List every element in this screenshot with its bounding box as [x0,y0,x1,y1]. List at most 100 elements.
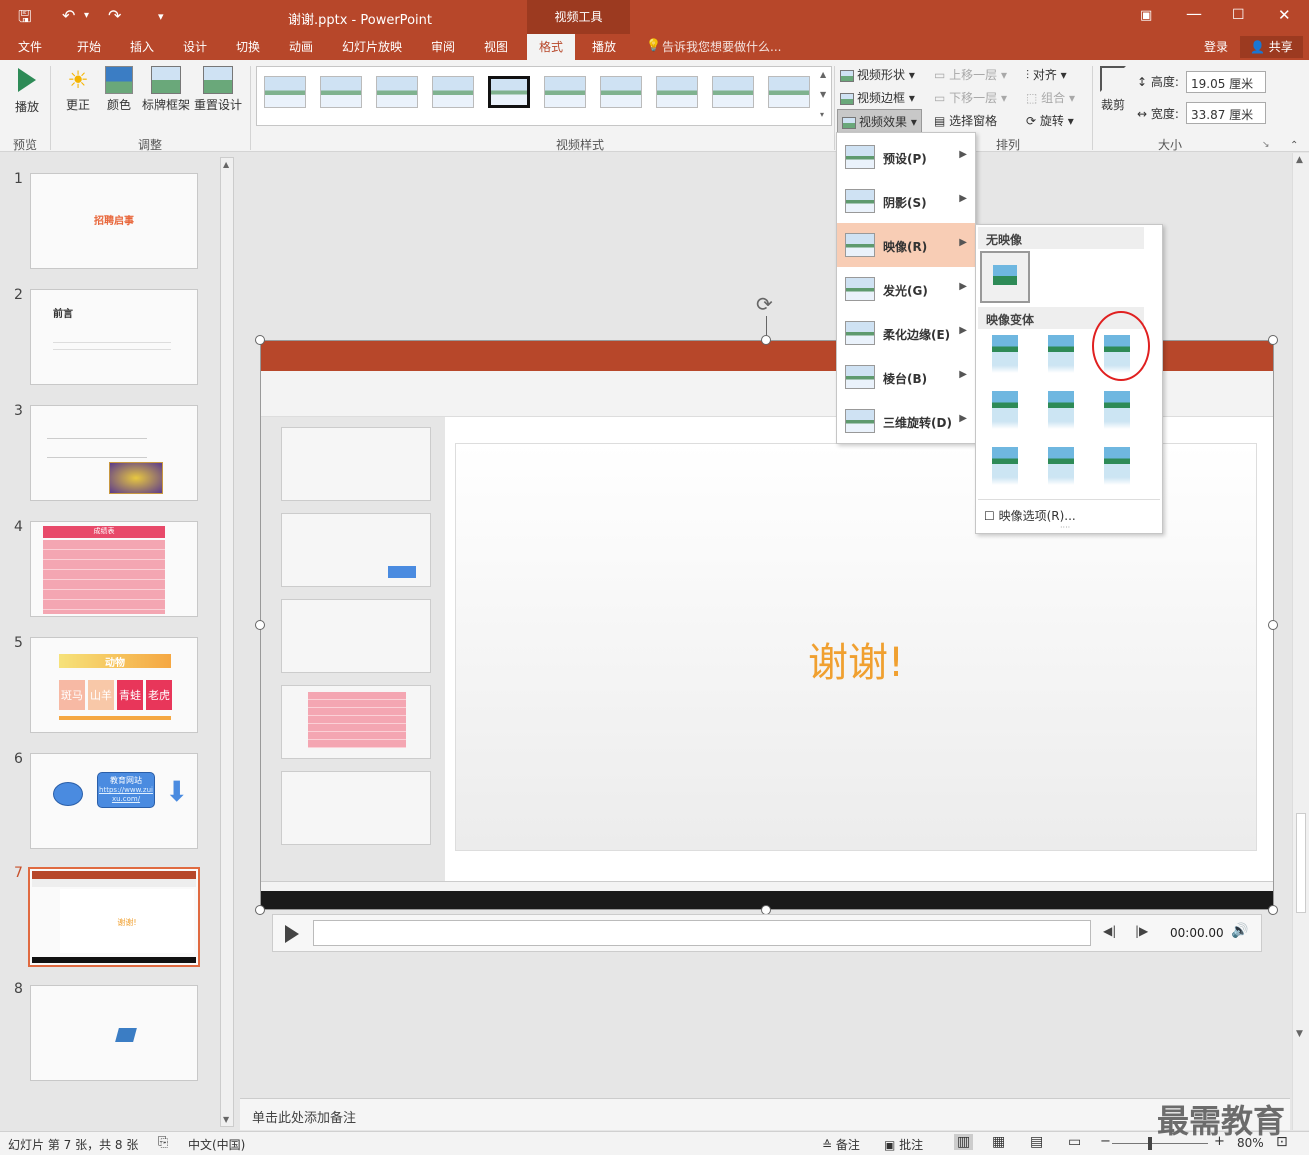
video-effects-button[interactable]: 视频效果 ▾ [837,109,922,134]
menu-item-bevel[interactable]: 棱台(B) ▶ [837,355,975,399]
video-style-thumbnail[interactable] [656,76,698,108]
poster-frame-button[interactable]: 标牌框架 [140,66,192,113]
reflection-variant-icon[interactable] [1048,447,1074,485]
video-styles-scroll-down-icon[interactable]: ▼ [820,90,826,99]
reflection-variant-icon[interactable] [1048,391,1074,429]
video-style-thumbnail[interactable] [264,76,306,108]
slideshow-icon[interactable]: ▭ [1068,1134,1081,1150]
resize-handle[interactable] [255,905,265,915]
reset-design-button[interactable]: 重置设计 [192,66,244,113]
slide-thumbnail-1[interactable]: 招聘启事 [30,173,198,269]
tab-design[interactable]: 设计 [183,38,207,55]
resize-handle[interactable] [1268,905,1278,915]
scroll-up-icon[interactable]: ▲ [223,160,229,169]
undo-icon[interactable]: ↶ [62,6,75,25]
slide-thumbnail-3[interactable] [30,405,198,501]
reflection-variant-icon[interactable] [992,391,1018,429]
bring-forward-button[interactable]: ▭ 上移一层 ▾ [934,66,1007,83]
color-button[interactable]: 颜色 [102,66,136,113]
language-indicator[interactable]: 中文(中国) [188,1136,245,1153]
rotate-button[interactable]: ⟳ 旋转 ▾ [1026,112,1074,129]
slide-thumbnail-2[interactable]: 前言 [30,289,198,385]
sign-in-link[interactable]: 登录 [1204,38,1228,55]
ribbon-display-icon[interactable]: ▣ [1140,8,1152,23]
maximize-icon[interactable]: ☐ [1232,7,1245,23]
menu-item-shadow[interactable]: 阴影(S) ▶ [837,179,975,223]
slide-thumbnail-8[interactable] [30,985,198,1081]
tab-view[interactable]: 视图 [484,38,508,55]
normal-view-icon[interactable]: ▥ [954,1134,974,1150]
reflection-variant-icon[interactable] [992,447,1018,485]
tab-playback[interactable]: 播放 [592,38,616,55]
tell-me-box[interactable]: 告诉我您想要做什么... [662,38,781,55]
comments-toggle[interactable]: ▣ 批注 [884,1136,923,1153]
collapse-ribbon-icon[interactable]: ⌃ [1290,140,1298,151]
zoom-slider-thumb[interactable] [1148,1137,1152,1150]
resize-handle[interactable] [761,335,771,345]
send-backward-button[interactable]: ▭ 下移一层 ▾ [934,89,1007,106]
video-timeline[interactable] [313,920,1091,946]
volume-icon[interactable]: 🔊 [1231,923,1248,939]
resize-grip-icon[interactable]: ···· [1060,523,1070,532]
play-button[interactable]: 播放 [10,66,44,115]
resize-handle[interactable] [1268,620,1278,630]
reading-view-icon[interactable]: ▤ [1030,1134,1043,1150]
reflection-variant-icon[interactable] [992,335,1018,373]
menu-item-soft-edges[interactable]: 柔化边缘(E) ▶ [837,311,975,355]
scroll-up-icon[interactable]: ▲ [1296,155,1303,165]
video-style-thumbnail[interactable] [544,76,586,108]
resize-handle[interactable] [255,335,265,345]
video-style-thumbnail[interactable] [712,76,754,108]
video-style-thumbnail[interactable] [600,76,642,108]
rotate-handle-icon[interactable]: ⟳ [756,292,773,316]
video-shape-button[interactable]: 视频形状 ▾ [840,66,915,83]
video-style-thumbnail[interactable] [320,76,362,108]
video-play-icon[interactable] [285,925,299,943]
video-border-button[interactable]: 视频边框 ▾ [840,89,915,106]
video-style-thumbnail[interactable] [768,76,810,108]
slide-thumbnail-6[interactable]: 教育网站 https://www.zuixu.com/ ⬇ [30,753,198,849]
notes-toggle[interactable]: ≙ 备注 [822,1136,860,1153]
canvas-scrollbar[interactable]: ▲ ▼ [1292,153,1309,1130]
selection-pane-button[interactable]: ▤ 选择窗格 [934,112,997,129]
close-icon[interactable]: ✕ [1278,6,1291,24]
video-style-thumbnail[interactable] [376,76,418,108]
group-button[interactable]: ⬚ 组合 ▾ [1026,89,1075,106]
scroll-thumb[interactable] [1296,813,1306,913]
tab-animations[interactable]: 动画 [289,38,313,55]
size-dialog-launcher-icon[interactable]: ↘ [1262,140,1270,150]
video-styles-scroll-up-icon[interactable]: ▲ [820,70,826,79]
tab-slideshow[interactable]: 幻灯片放映 [342,38,402,55]
video-style-thumbnail[interactable] [488,76,530,108]
slide-thumbnail-4[interactable]: 成绩表 [30,521,198,617]
slide-sorter-icon[interactable]: ▦ [992,1134,1005,1150]
video-styles-more-icon[interactable]: ▾ [820,110,824,119]
scroll-down-icon[interactable]: ▼ [1296,1029,1303,1039]
notes-pane[interactable]: 单击此处添加备注 [240,1098,1290,1130]
undo-dropdown-icon[interactable]: ▾ [84,10,89,21]
step-back-icon[interactable]: ◀| [1103,924,1116,938]
resize-handle[interactable] [255,620,265,630]
tab-insert[interactable]: 插入 [130,38,154,55]
no-reflection-option[interactable] [980,251,1030,303]
slide-thumbnail-5[interactable]: 动物 斑马 山羊 青蛙 老虎 [30,637,198,733]
tab-file[interactable]: 文件 [18,38,42,55]
slide-thumbnail-7[interactable]: 谢谢! [28,867,200,967]
save-icon[interactable]: 🖫 [18,6,32,33]
thumbnail-scrollbar[interactable]: ▲ ▼ [220,157,234,1127]
reflection-options-item[interactable]: ☐ 映像选项(R)... [984,507,1076,524]
resize-handle[interactable] [1268,335,1278,345]
tab-transitions[interactable]: 切换 [236,38,260,55]
menu-item-preset[interactable]: 预设(P) ▶ [837,135,975,179]
width-input[interactable]: 33.87 厘米 [1186,102,1266,124]
menu-item-reflection[interactable]: 映像(R) ▶ [837,223,975,267]
tab-review[interactable]: 审阅 [431,38,455,55]
reflection-variant-icon[interactable] [1104,447,1130,485]
tab-home[interactable]: 开始 [77,38,101,55]
spellcheck-icon[interactable]: ⎘ [158,1135,168,1150]
menu-item-3d-rotation[interactable]: 三维旋转(D) ▶ [837,399,975,443]
reflection-variant-icon[interactable] [1048,335,1074,373]
redo-icon[interactable]: ↷ [108,6,121,25]
share-button[interactable]: 👤 共享 [1240,36,1303,58]
correct-button[interactable]: ☀ 更正 [60,66,96,113]
